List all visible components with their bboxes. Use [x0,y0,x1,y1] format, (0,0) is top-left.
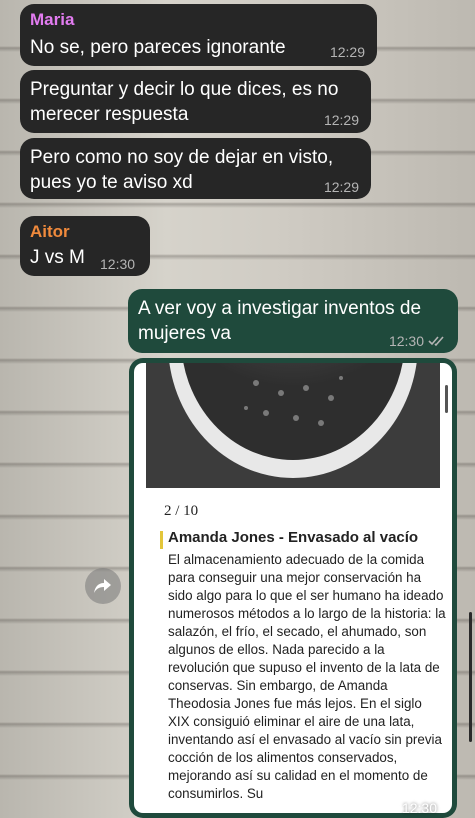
article-preview[interactable]: 2 / 10 Amanda Jones - Envasado al vacío … [134,363,452,813]
article-photo [146,363,440,488]
message-bubble-aitor[interactable]: Aitor J vs M 12:30 [20,216,150,276]
message-text: No se, pero pareces ignorante [30,37,286,58]
message-text: Preguntar y decir lo que dices, es no me… [30,79,339,125]
message-text: Pero como no soy de dejar en visto, pues… [30,147,334,193]
message-bubble-outgoing[interactable]: A ver voy a investigar inventos de mujer… [128,289,458,353]
forward-button[interactable] [85,568,121,604]
message-text: J vs M [30,247,85,268]
chat-scrollbar[interactable] [469,612,472,742]
headline-highlight-bar [160,531,163,549]
slide-counter: 2 / 10 [164,503,199,519]
message-bubble-maria-2[interactable]: Preguntar y decir lo que dices, es no me… [20,70,371,133]
message-time: 12:29 [323,112,359,128]
message-time: 12:30 [388,333,424,349]
sender-name-aitor: Aitor [30,222,70,241]
article-body: El almacenamiento adecuado de la comida … [168,552,446,801]
article-headline: Amanda Jones - Envasado al vacío [168,529,419,546]
forward-arrow-icon [94,579,111,593]
message-time: 12:29 [323,179,359,195]
double-check-icon [428,336,444,347]
sender-name-maria: Maria [30,10,75,29]
message-time: 12:30 [401,800,437,816]
article-scrollbar[interactable] [445,385,448,413]
message-time: 12:29 [329,44,365,60]
message-bubble-maria-1[interactable]: Maria No se, pero pareces ignorante 12:2… [20,4,377,66]
message-time: 12:30 [100,256,136,272]
message-bubble-maria-3[interactable]: Pero como no soy de dejar en visto, pues… [20,138,371,199]
shared-article-card[interactable]: 2 / 10 Amanda Jones - Envasado al vacío … [129,358,457,818]
